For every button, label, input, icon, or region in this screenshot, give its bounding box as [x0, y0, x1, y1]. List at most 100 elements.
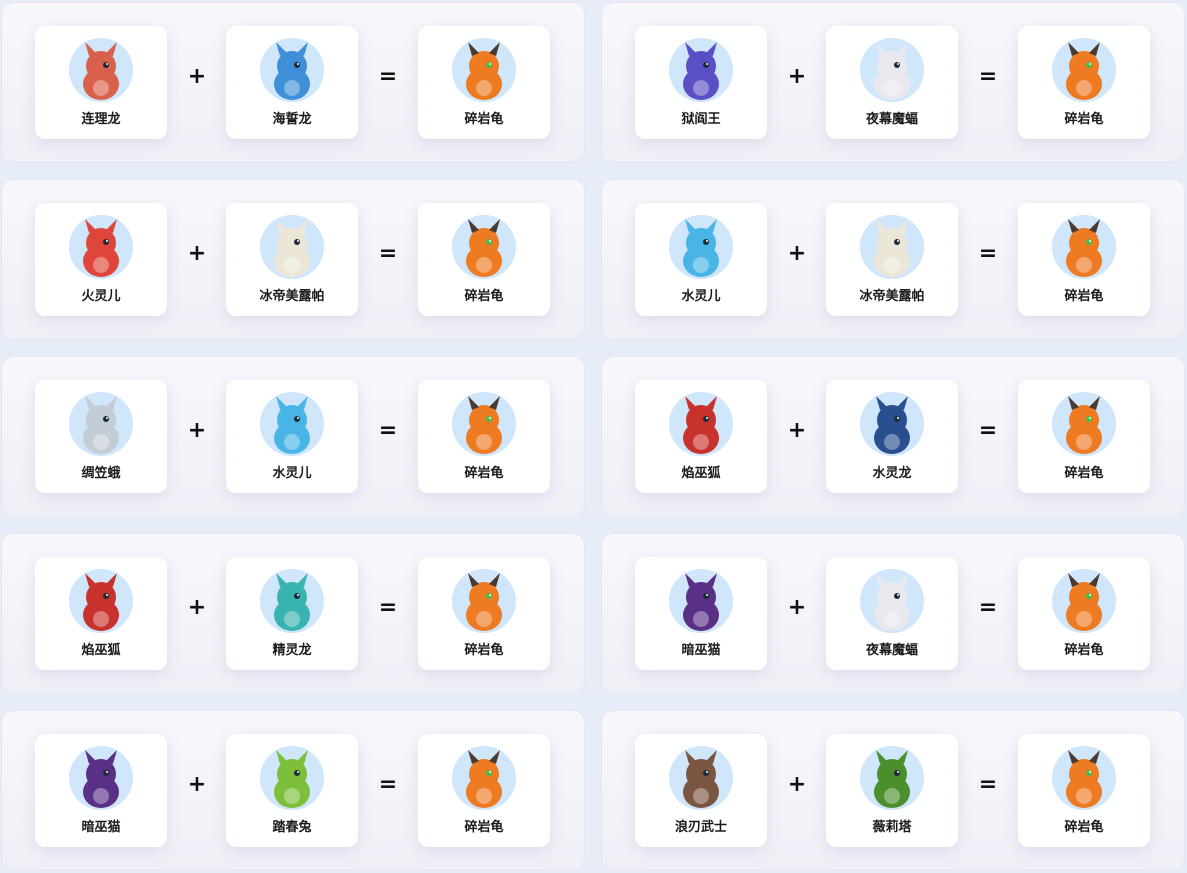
pet-name: 夜幕魔蝠: [865, 643, 918, 658]
pet-name: 碎岩龟: [464, 820, 504, 835]
breeding-recipe-grid: 连理龙 + 海誓龙 = 碎岩龟 狱阎王 + 夜幕魔蝠 = 碎岩龟 火灵儿 + 冰帝美露帕 = 碎岩龟 水灵儿 +…: [0, 0, 1187, 873]
parent-pet-card[interactable]: 连理龙: [35, 26, 167, 139]
parent-pet-card[interactable]: 踏春兔: [226, 734, 358, 847]
recipe-row: 浪刃武士 + 薇莉塔 = 碎岩龟: [601, 710, 1185, 871]
pet-name: 海誓龙: [272, 112, 312, 127]
pet-name: 焰巫狐: [681, 466, 721, 481]
result-pet-card[interactable]: 碎岩龟: [1018, 380, 1150, 493]
parent-pet-card[interactable]: 水灵龙: [826, 380, 958, 493]
suiyangui-portrait-icon: [1052, 38, 1116, 102]
parent-pet-card[interactable]: 火灵儿: [35, 203, 167, 316]
pet-name: 暗巫猫: [681, 643, 721, 658]
equals-sign: =: [978, 595, 998, 620]
pet-name: 水灵儿: [272, 466, 312, 481]
weilita-portrait-icon: [860, 746, 924, 810]
parent-pet-card[interactable]: 薇莉塔: [826, 734, 958, 847]
equals-sign: =: [378, 241, 398, 266]
pet-name: 冰帝美露帕: [259, 289, 325, 304]
result-pet-card[interactable]: 碎岩龟: [418, 734, 550, 847]
pet-name: 浪刃武士: [674, 820, 727, 835]
parent-pet-card[interactable]: 暗巫猫: [635, 557, 767, 670]
pet-name: 精灵龙: [272, 643, 312, 658]
langrenwushi-portrait-icon: [669, 746, 733, 810]
parent-pet-card[interactable]: 焰巫狐: [35, 557, 167, 670]
anwumao-portrait-icon: [69, 746, 133, 810]
result-pet-card[interactable]: 碎岩龟: [418, 557, 550, 670]
parent-pet-card[interactable]: 夜幕魔蝠: [826, 26, 958, 139]
recipe-row: 水灵儿 + 冰帝美露帕 = 碎岩龟: [601, 179, 1185, 340]
suiyangui-portrait-icon: [452, 746, 516, 810]
yemumofu-portrait-icon: [860, 569, 924, 633]
equals-sign: =: [378, 418, 398, 443]
suiyangui-portrait-icon: [1052, 392, 1116, 456]
pet-name: 夜幕魔蝠: [865, 112, 918, 127]
pet-name: 狱阎王: [681, 112, 721, 127]
pet-name: 碎岩龟: [464, 112, 504, 127]
haishilong-portrait-icon: [260, 38, 324, 102]
suiyangui-portrait-icon: [1052, 746, 1116, 810]
equals-sign: =: [378, 595, 398, 620]
equals-sign: =: [978, 418, 998, 443]
parent-pet-card[interactable]: 狱阎王: [635, 26, 767, 139]
recipe-row: 焰巫狐 + 水灵龙 = 碎岩龟: [601, 356, 1185, 517]
recipe-row: 火灵儿 + 冰帝美露帕 = 碎岩龟: [1, 179, 585, 340]
plus-sign: +: [787, 418, 807, 443]
yuyanwang-portrait-icon: [669, 38, 733, 102]
result-pet-card[interactable]: 碎岩龟: [1018, 26, 1150, 139]
lianlilong-portrait-icon: [69, 38, 133, 102]
pet-name: 水灵龙: [872, 466, 912, 481]
equals-sign: =: [978, 241, 998, 266]
equals-sign: =: [978, 772, 998, 797]
yanwuhu-portrait-icon: [669, 392, 733, 456]
result-pet-card[interactable]: 碎岩龟: [1018, 557, 1150, 670]
suiyangui-portrait-icon: [452, 569, 516, 633]
parent-pet-card[interactable]: 水灵儿: [635, 203, 767, 316]
pet-name: 碎岩龟: [464, 466, 504, 481]
yemumofu-portrait-icon: [860, 38, 924, 102]
parent-pet-card[interactable]: 水灵儿: [226, 380, 358, 493]
parent-pet-card[interactable]: 绸笠蛾: [35, 380, 167, 493]
huolinger-portrait-icon: [69, 215, 133, 279]
result-pet-card[interactable]: 碎岩龟: [1018, 203, 1150, 316]
suiyangui-portrait-icon: [1052, 215, 1116, 279]
parent-pet-card[interactable]: 冰帝美露帕: [226, 203, 358, 316]
plus-sign: +: [787, 772, 807, 797]
suiyangui-portrait-icon: [452, 215, 516, 279]
plus-sign: +: [187, 772, 207, 797]
result-pet-card[interactable]: 碎岩龟: [1018, 734, 1150, 847]
result-pet-card[interactable]: 碎岩龟: [418, 26, 550, 139]
bingdimeilupa-portrait-icon: [860, 215, 924, 279]
shuilinglong-portrait-icon: [860, 392, 924, 456]
parent-pet-card[interactable]: 焰巫狐: [635, 380, 767, 493]
jinglinglong-portrait-icon: [260, 569, 324, 633]
pet-name: 碎岩龟: [464, 289, 504, 304]
result-pet-card[interactable]: 碎岩龟: [418, 203, 550, 316]
plus-sign: +: [787, 595, 807, 620]
recipe-row: 狱阎王 + 夜幕魔蝠 = 碎岩龟: [601, 2, 1185, 163]
equals-sign: =: [378, 772, 398, 797]
equals-sign: =: [978, 64, 998, 89]
shuilinger-portrait-icon: [669, 215, 733, 279]
parent-pet-card[interactable]: 暗巫猫: [35, 734, 167, 847]
plus-sign: +: [787, 64, 807, 89]
pet-name: 暗巫猫: [81, 820, 121, 835]
parent-pet-card[interactable]: 海誓龙: [226, 26, 358, 139]
pet-name: 碎岩龟: [1064, 289, 1104, 304]
recipe-row: 暗巫猫 + 夜幕魔蝠 = 碎岩龟: [601, 533, 1185, 694]
suiyangui-portrait-icon: [1052, 569, 1116, 633]
anwumao-portrait-icon: [669, 569, 733, 633]
pet-name: 薇莉塔: [872, 820, 912, 835]
parent-pet-card[interactable]: 冰帝美露帕: [826, 203, 958, 316]
pet-name: 绸笠蛾: [81, 466, 121, 481]
pet-name: 水灵儿: [681, 289, 721, 304]
plus-sign: +: [787, 241, 807, 266]
pet-name: 冰帝美露帕: [859, 289, 925, 304]
parent-pet-card[interactable]: 浪刃武士: [635, 734, 767, 847]
plus-sign: +: [187, 418, 207, 443]
parent-pet-card[interactable]: 夜幕魔蝠: [826, 557, 958, 670]
recipe-row: 连理龙 + 海誓龙 = 碎岩龟: [1, 2, 585, 163]
parent-pet-card[interactable]: 精灵龙: [226, 557, 358, 670]
result-pet-card[interactable]: 碎岩龟: [418, 380, 550, 493]
suiyangui-portrait-icon: [452, 392, 516, 456]
pet-name: 火灵儿: [81, 289, 121, 304]
